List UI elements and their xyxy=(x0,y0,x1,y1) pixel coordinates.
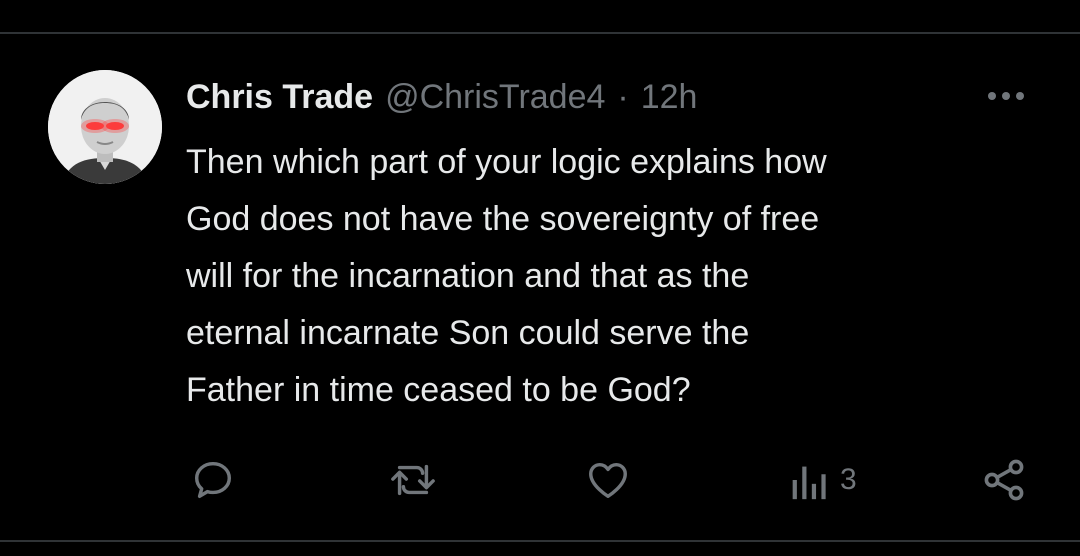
views-chart-icon xyxy=(792,466,826,500)
repost-button[interactable] xyxy=(388,452,438,508)
repost-icon xyxy=(391,464,435,496)
reply-icon xyxy=(194,461,232,499)
more-options-button[interactable] xyxy=(982,82,1030,110)
post-header: Chris Trade @ChrisTrade4 · 12h xyxy=(186,74,697,120)
reply-button[interactable] xyxy=(190,452,236,508)
header-separator: · xyxy=(617,77,629,116)
author-name[interactable]: Chris Trade xyxy=(186,78,373,117)
author-handle[interactable]: @ChrisTrade4 xyxy=(385,78,605,117)
more-horizontal-icon xyxy=(988,92,1024,100)
share-icon xyxy=(984,459,1024,501)
top-divider xyxy=(0,32,1080,34)
views-button[interactable]: 3 xyxy=(786,452,857,508)
author-avatar[interactable] xyxy=(48,70,162,184)
avatar-image xyxy=(48,70,162,184)
views-count: 3 xyxy=(840,463,857,496)
heart-icon xyxy=(589,462,627,499)
post-text: Then which part of your logic explains h… xyxy=(186,143,827,409)
post-timestamp[interactable]: 12h xyxy=(641,78,698,117)
share-button[interactable] xyxy=(980,452,1028,508)
post-action-bar: 3 xyxy=(0,452,1080,508)
like-button[interactable] xyxy=(584,452,632,508)
bottom-divider xyxy=(0,540,1080,542)
